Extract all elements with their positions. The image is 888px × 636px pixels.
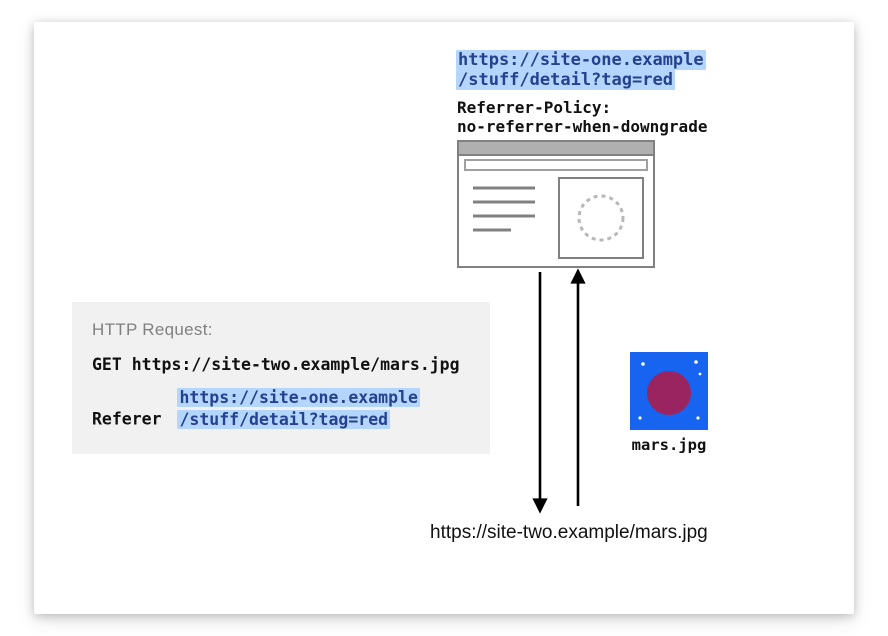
- origin-url-line2: /stuff/detail?tag=red: [456, 70, 675, 90]
- origin-url: https://site-one.example /stuff/detail?t…: [456, 50, 706, 91]
- request-response-arrows-icon: [520, 266, 600, 516]
- http-request-referer: Referer https://site-one.example /stuff/…: [92, 387, 470, 430]
- http-request-box: HTTP Request: GET https://site-two.examp…: [72, 302, 490, 454]
- target-url: https://site-two.example/mars.jpg: [430, 522, 708, 544]
- referrer-policy: Referrer-Policy: no-referrer-when-downgr…: [457, 98, 707, 136]
- referer-url-line2: /stuff/detail?tag=red: [177, 410, 390, 429]
- policy-line1: Referrer-Policy:: [457, 98, 611, 117]
- browser-window-icon: [457, 140, 655, 268]
- http-request-title: HTTP Request:: [92, 320, 470, 340]
- referer-url-line1: https://site-one.example: [177, 388, 419, 407]
- http-request-method-line: GET https://site-two.example/mars.jpg: [92, 354, 470, 375]
- mars-image-label: mars.jpg: [630, 436, 708, 454]
- origin-url-line1: https://site-one.example: [456, 50, 706, 70]
- referer-label: Referer: [92, 410, 162, 429]
- mars-image-icon: [630, 352, 708, 430]
- policy-line2: no-referrer-when-downgrade: [457, 117, 707, 136]
- diagram-card: https://site-one.example /stuff/detail?t…: [34, 22, 854, 614]
